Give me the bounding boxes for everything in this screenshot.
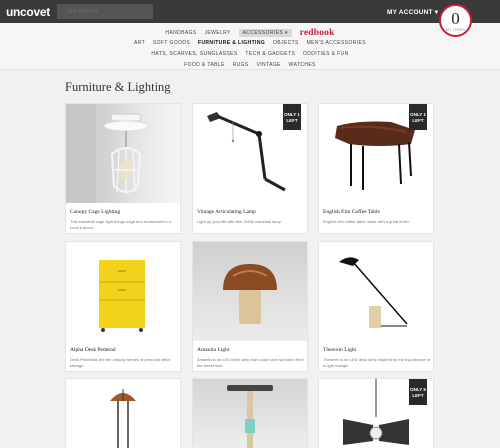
stock-badge: ONLY 1 LEFT — [409, 104, 427, 130]
theorem-light-illustration — [339, 257, 408, 328]
product-image[interactable]: ONLY 1 LEFT — [319, 104, 433, 203]
nav-handbags[interactable]: HANDBAGS — [165, 30, 196, 36]
product-name[interactable]: Alpha Desk Pedestal — [70, 347, 116, 353]
product-name[interactable]: Canopy Cage Lighting — [70, 209, 120, 215]
product-image[interactable] — [66, 242, 180, 341]
cart-button[interactable]: 0 MY ITEMS — [439, 4, 472, 37]
cart-label: MY ITEMS — [445, 28, 466, 32]
product-card[interactable]: ONLY 1 LEFT English Elm Coffee Table Eng… — [318, 103, 434, 234]
product-card[interactable]: Amanita Light Amanita is an LED table la… — [192, 241, 308, 372]
product-card[interactable]: Alpha Desk Pedestal Desk Pedestals are t… — [65, 241, 181, 372]
product-image[interactable]: ONLY 5 LEFT — [319, 379, 433, 448]
product-name[interactable]: Amanita Light — [197, 347, 229, 353]
product-image[interactable] — [193, 379, 307, 448]
product-card[interactable] — [192, 378, 308, 448]
product-description: Theorem is an LED desk lamp inspired by … — [323, 357, 431, 368]
search-input[interactable] — [57, 4, 153, 19]
nav-jewelry[interactable]: JEWELRY — [204, 30, 230, 36]
product-image[interactable] — [66, 379, 180, 448]
product-description: Desk Pedestals are the unsung heroes of … — [70, 357, 171, 368]
product-card[interactable]: Canopy Cage Lighting This industrial cag… — [65, 103, 181, 234]
subnav-mens-accessories[interactable]: MEN'S ACCESSORIES — [307, 40, 366, 46]
subnav-row-3: FOOD & TABLE RUGS VINTAGE WATCHES — [0, 62, 500, 72]
product-card[interactable]: ONLY 1 LEFT Vintage Articulating Lamp Li… — [192, 103, 308, 234]
subnav-row-1: ART SOFT GOODS FURNITURE & LIGHTING OBJE… — [0, 40, 500, 50]
subnav-rugs[interactable]: RUGS — [233, 62, 249, 68]
product-image[interactable] — [193, 242, 307, 341]
nav-accessories[interactable]: ACCESSORIES ▾ — [238, 29, 292, 37]
copper-lamp-illustration — [110, 389, 136, 448]
nav-redbook[interactable]: redbook — [300, 28, 335, 38]
subnav-oddities[interactable]: ODDITIES & FUN — [303, 51, 349, 57]
product-description: This industrial cage light brings edge a… — [70, 219, 171, 230]
desk-pedestal-illustration — [99, 260, 145, 332]
product-image[interactable] — [319, 242, 433, 341]
cart-count: 0 — [451, 9, 460, 28]
subnav-row-2: HATS, SCARVES, SUNGLASSES TECH & GADGETS… — [0, 51, 500, 61]
subnav-tech[interactable]: TECH & GADGETS — [245, 51, 295, 57]
stacked-lamp-illustration — [227, 385, 273, 448]
top-bar: uncovet MY ACCOUNT ▾ — [0, 0, 500, 23]
subnav-objects[interactable]: OBJECTS — [273, 40, 299, 46]
product-image[interactable] — [66, 104, 180, 203]
stock-badge: ONLY 1 LEFT — [283, 104, 301, 130]
product-card[interactable]: Theorem Light Theorem is an LED desk lam… — [318, 241, 434, 372]
product-card[interactable]: ONLY 5 LEFT — [318, 378, 434, 448]
amanita-light-illustration — [223, 264, 277, 324]
product-card[interactable] — [65, 378, 181, 448]
product-name[interactable]: English Elm Coffee Table — [323, 209, 380, 215]
subnav-furniture-lighting[interactable]: FURNITURE & LIGHTING — [198, 40, 265, 46]
subnav-food-table[interactable]: FOOD & TABLE — [184, 62, 225, 68]
category-nav: HANDBAGS JEWELRY ACCESSORIES ▾ redbook A… — [0, 23, 500, 70]
subnav-art[interactable]: ART — [134, 40, 145, 46]
site-logo[interactable]: uncovet — [6, 5, 50, 19]
subnav-soft-goods[interactable]: SOFT GOODS — [153, 40, 190, 46]
subnav-hats[interactable]: HATS, SCARVES, SUNGLASSES — [151, 51, 237, 57]
product-name[interactable]: Theorem Light — [323, 347, 356, 353]
product-description: Light up your life with this 1940s indus… — [197, 219, 282, 224]
subnav-watches[interactable]: WATCHES — [289, 62, 316, 68]
stock-badge: ONLY 5 LEFT — [409, 379, 427, 405]
subnav-vintage[interactable]: VINTAGE — [256, 62, 280, 68]
product-description: English elm coffee table made with a gre… — [323, 219, 410, 224]
product-image[interactable]: ONLY 1 LEFT — [193, 104, 307, 203]
product-name[interactable]: Vintage Articulating Lamp — [197, 209, 256, 215]
page-title: Furniture & Lighting — [65, 80, 171, 94]
cage-light-illustration — [66, 104, 149, 203]
my-account-menu[interactable]: MY ACCOUNT ▾ — [387, 8, 438, 16]
product-description: Amanita is an LED table lamp that could … — [197, 357, 304, 368]
primary-nav: HANDBAGS JEWELRY ACCESSORIES ▾ redbook — [0, 27, 500, 38]
